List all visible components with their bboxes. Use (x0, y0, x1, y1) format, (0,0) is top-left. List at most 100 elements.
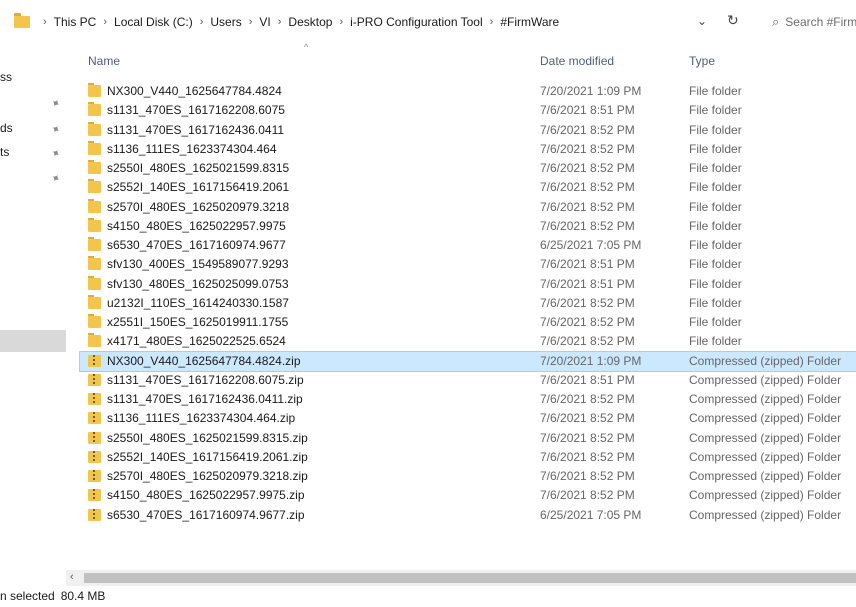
file-row[interactable]: s4150_480ES_1625022957.9975.zip 7/6/2021 … (80, 486, 856, 505)
file-name: s4150_480ES_1625022957.9975.zip (107, 488, 305, 503)
file-type: File folder (689, 180, 742, 195)
folder-icon (88, 294, 101, 309)
file-type: File folder (689, 141, 742, 156)
breadcrumb-ipro-config-tool[interactable]: i-PRO Configuration Tool (350, 15, 483, 29)
file-row[interactable]: x2551I_150ES_1625019911.1755 7/6/2021 8:5… (80, 313, 856, 332)
file-type: File folder (689, 315, 742, 329)
file-row[interactable]: s1131_470ES_1617162436.0411 7/6/2021 8:52… (80, 121, 856, 140)
file-name: s2552I_140ES_1617156419.2061 (107, 180, 290, 195)
breadcrumb-this-pc[interactable]: This PC (54, 15, 97, 29)
file-row[interactable]: sfv130_480ES_1625025099.0753 7/6/2021 8:5… (80, 275, 856, 294)
file-date-modified: 7/6/2021 8:52 PM (540, 141, 635, 156)
nav-item-label[interactable]: ts (0, 145, 9, 159)
nav-item-label[interactable]: ss (0, 70, 12, 84)
nav-item-label[interactable]: ds (0, 121, 13, 135)
file-row[interactable]: x4171_480ES_1625022525.6524 7/6/2021 8:52… (80, 332, 856, 351)
file-row[interactable]: s2552I_140ES_1617156419.2061.zip 7/6/2021… (80, 448, 856, 467)
zip-folder-icon (88, 450, 101, 463)
file-name: s1131_470ES_1617162208.6075 (107, 103, 285, 118)
file-date-modified: 7/6/2021 8:52 PM (540, 315, 635, 329)
breadcrumb-chevron-icon[interactable]: › (43, 16, 47, 28)
selection-count: n selected (0, 589, 55, 603)
scroll-left-icon[interactable]: ‹ (70, 571, 74, 583)
file-type: File folder (689, 218, 742, 233)
breadcrumb-users[interactable]: Users (210, 15, 241, 29)
pin-icon: ✦ (48, 171, 63, 187)
file-row[interactable]: s6530_470ES_1617160974.9677 6/25/2021 7:0… (80, 236, 856, 255)
zip-folder-icon (88, 489, 101, 502)
breadcrumb-chevron-icon[interactable]: › (103, 16, 107, 28)
file-date-modified: 7/6/2021 8:52 PM (540, 469, 635, 483)
file-name: s1136_111ES_1623374304.464.zip (107, 411, 296, 426)
breadcrumb-chevron-icon[interactable]: › (200, 16, 204, 28)
file-row[interactable]: s1131_470ES_1617162436.0411.zip 7/6/2021 … (80, 390, 856, 409)
file-date-modified: 7/6/2021 8:52 PM (540, 449, 635, 464)
sort-ascending-icon: ^ (304, 42, 309, 52)
file-row[interactable]: s2552I_140ES_1617156419.2061 7/6/2021 8:5… (80, 178, 856, 197)
zip-folder-icon (88, 393, 101, 405)
file-type: Compressed (zipped) Folder (689, 392, 842, 406)
file-type: File folder (689, 295, 742, 310)
file-row[interactable]: s1131_470ES_1617162208.6075.zip 7/6/2021 … (80, 371, 856, 390)
file-row[interactable]: s2570I_480ES_1625020979.3218 7/6/2021 8:5… (80, 198, 856, 217)
address-bar[interactable]: › This PC › Local Disk (C:) › Users › VI… (6, 10, 689, 34)
breadcrumb-desktop[interactable]: Desktop (288, 15, 332, 29)
breadcrumb-chevron-icon[interactable]: › (339, 16, 343, 28)
file-row[interactable]: NX300_V440_1625647784.4824.zip 7/20/2021 … (79, 350, 856, 372)
pin-icon: ✦ (48, 146, 63, 162)
breadcrumb-firmware[interactable]: #FirmWare (500, 15, 559, 29)
file-type: File folder (689, 276, 742, 291)
breadcrumb-chevron-icon[interactable]: › (490, 16, 494, 28)
file-type: File folder (689, 103, 742, 118)
file-row[interactable]: s1136_111ES_1623374304.464.zip 7/6/2021 8… (80, 409, 856, 428)
file-type: Compressed (zipped) Folder (689, 507, 842, 522)
search-input[interactable]: ⌕ Search #FirmWare (750, 10, 856, 34)
file-row[interactable]: s6530_470ES_1617160974.9677.zip 6/25/2021… (80, 506, 856, 525)
folder-icon (88, 256, 101, 271)
horizontal-scrollbar[interactable]: ‹ (66, 570, 856, 586)
file-name: s6530_470ES_1617160974.9677 (107, 238, 286, 252)
file-row[interactable]: sfv130_400ES_1549589077.9293 7/6/2021 8:5… (80, 255, 856, 274)
zip-folder-icon (88, 354, 101, 367)
file-type: Compressed (zipped) Folder (689, 469, 842, 483)
column-header-name[interactable]: Name (88, 54, 120, 68)
file-type: Compressed (zipped) Folder (689, 372, 842, 387)
file-type: File folder (689, 238, 742, 252)
file-type: Compressed (zipped) Folder (689, 449, 842, 464)
column-header-type[interactable]: Type (689, 54, 715, 68)
address-dropdown-icon[interactable]: ⌄ (697, 14, 707, 28)
file-date-modified: 7/6/2021 8:51 PM (540, 103, 635, 118)
breadcrumb-chevron-icon[interactable]: › (249, 16, 253, 28)
file-row[interactable]: s4150_480ES_1625022957.9975 7/6/2021 8:52… (80, 217, 856, 236)
folder-icon (88, 275, 101, 290)
file-name: sfv130_480ES_1625025099.0753 (107, 276, 289, 291)
file-type: Compressed (zipped) Folder (689, 411, 842, 426)
file-name: s2550I_480ES_1625021599.8315.zip (107, 430, 308, 445)
breadcrumb-local-disk[interactable]: Local Disk (C:) (114, 15, 193, 29)
file-date-modified: 7/6/2021 8:52 PM (540, 122, 635, 137)
refresh-icon[interactable]: ↻ (727, 12, 739, 29)
breadcrumb-chevron-icon[interactable]: › (278, 16, 282, 28)
file-row[interactable]: s1136_111ES_1623374304.464 7/6/2021 8:52 … (80, 140, 856, 159)
file-row[interactable]: u2132I_110ES_1614240330.1587 7/6/2021 8:5… (80, 294, 856, 313)
column-header-date-modified[interactable]: Date modified (540, 54, 614, 68)
file-row[interactable]: NX300_V440_1625647784.4824 7/20/2021 1:09… (80, 82, 856, 101)
folder-icon (88, 198, 101, 213)
folder-icon (88, 333, 101, 348)
file-type: File folder (689, 334, 742, 349)
nav-selected-item[interactable] (0, 330, 66, 352)
file-row[interactable]: s1131_470ES_1617162208.6075 7/6/2021 8:51… (80, 101, 856, 120)
folder-icon (14, 13, 30, 28)
file-row[interactable]: s2570I_480ES_1625020979.3218.zip 7/6/2021… (80, 467, 856, 486)
file-row[interactable]: s2550I_480ES_1625021599.8315 7/6/2021 8:5… (80, 159, 856, 178)
file-name: x2551I_150ES_1625019911.1755 (107, 315, 289, 329)
folder-icon (88, 237, 101, 251)
address-bar-area: › This PC › Local Disk (C:) › Users › VI… (0, 0, 856, 40)
file-type: File folder (689, 199, 742, 214)
file-name: s4150_480ES_1625022957.9975 (107, 218, 286, 233)
folder-icon (88, 179, 101, 194)
search-placeholder: Search #FirmWare (785, 15, 856, 29)
file-row[interactable]: s2550I_480ES_1625021599.8315.zip 7/6/2021… (80, 429, 856, 448)
breadcrumb-vi[interactable]: VI (259, 15, 270, 29)
scrollbar-thumb[interactable] (84, 573, 856, 583)
